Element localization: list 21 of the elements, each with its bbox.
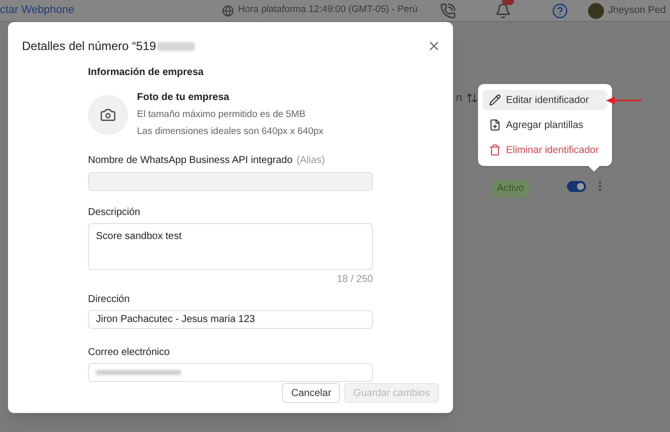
character-counter: 18 / 250 xyxy=(336,272,373,286)
user-name: Jheyson Ped xyxy=(608,4,666,18)
column-header: n xyxy=(456,91,462,106)
menu-item[interactable]: Editar identificador xyxy=(483,90,607,110)
field-label: Nombre de WhatsApp Business API integrado xyxy=(88,154,293,168)
photo-hint: El tamaño máximo permitido es de 5MB xyxy=(137,108,306,122)
description-field[interactable]: Score sandbox test xyxy=(88,222,373,270)
section-title: Información de empresa xyxy=(88,66,205,80)
photo-hint: Las dimensiones ideales son 640px x 640px xyxy=(137,125,324,140)
address-field[interactable]: Jiron Pachacutec - Jesus maria 123 xyxy=(88,310,373,328)
menu-item[interactable]: Agregar plantillas xyxy=(483,115,607,135)
label-note: (Alias) xyxy=(296,154,325,168)
dialog-button[interactable]: Cancelar xyxy=(282,383,340,403)
menu-item[interactable]: Eliminar identificador xyxy=(483,140,607,160)
field-label: Dirección xyxy=(88,292,131,306)
platform-clock: Hora plataforma 12:49:00 (GMT-05) - Perú xyxy=(238,3,418,18)
field-label: Correo electrónico xyxy=(88,346,171,360)
photo-title: Foto de tu empresa xyxy=(137,91,230,105)
modal-title: Detalles del número “519 xyxy=(22,38,156,55)
field-label: Descripción xyxy=(88,206,142,220)
status-badge: Activo xyxy=(492,180,530,197)
